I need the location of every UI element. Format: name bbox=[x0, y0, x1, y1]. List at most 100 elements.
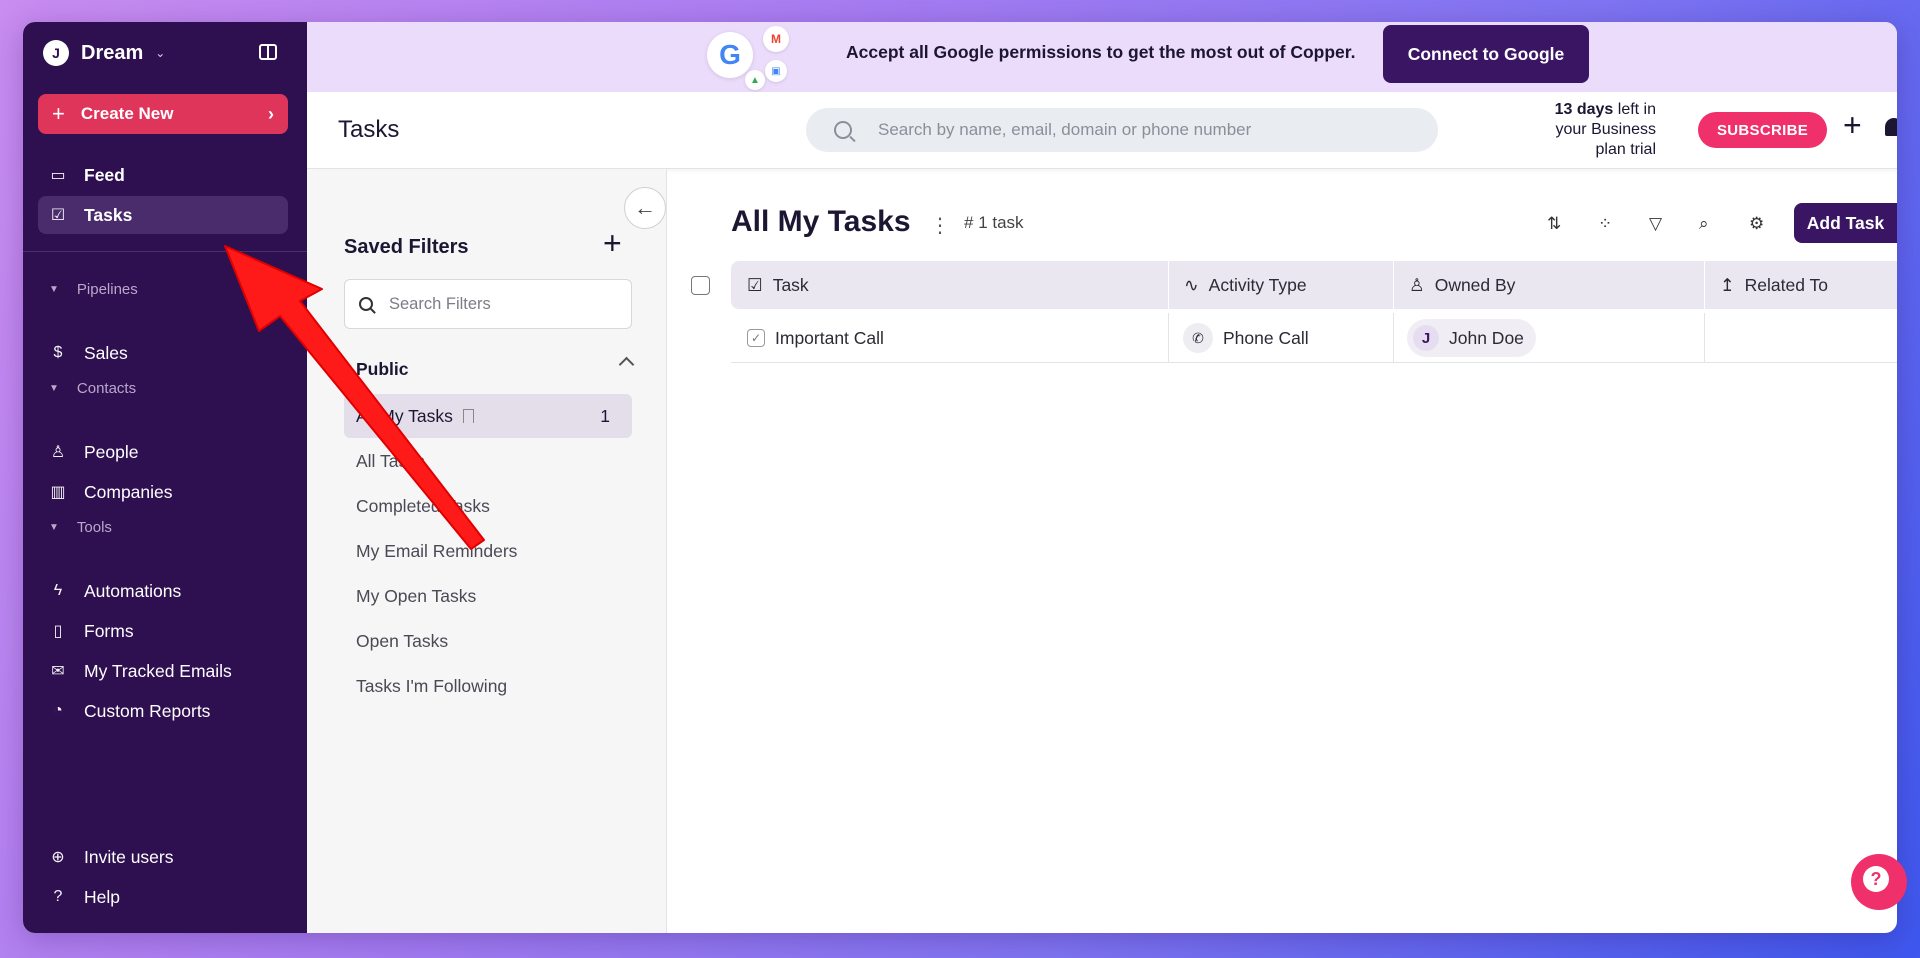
sidebar-item-companies[interactable]: ▥ Companies bbox=[38, 473, 288, 511]
search-icon[interactable]: ⌕ bbox=[1699, 214, 1709, 234]
cell-owned-by: J John Doe bbox=[1407, 313, 1536, 363]
sidebar-item-forms[interactable]: ▯ Forms bbox=[38, 612, 288, 650]
section-pipelines[interactable]: ▼ Pipelines bbox=[49, 281, 138, 298]
sidebar-item-tasks[interactable]: ☑ Tasks bbox=[38, 196, 288, 234]
column-related-to[interactable]: ↥ Related To bbox=[1704, 261, 1828, 309]
add-task-button[interactable]: Add Task bbox=[1794, 203, 1897, 243]
add-filter-icon[interactable]: + bbox=[603, 227, 622, 259]
sidebar-item-people[interactable]: ♙ People bbox=[38, 433, 288, 471]
banner-text: Accept all Google permissions to get the… bbox=[846, 42, 1356, 62]
workspace-switcher[interactable]: J Dream ⌄ bbox=[43, 40, 165, 66]
task-count: # 1 task bbox=[964, 213, 1024, 232]
sidebar-item-automations[interactable]: ϟ Automations bbox=[38, 572, 288, 610]
page-title: Tasks bbox=[338, 116, 400, 143]
bell-icon[interactable] bbox=[1885, 118, 1897, 136]
building-icon: ▥ bbox=[50, 484, 66, 501]
sidebar-item-sales[interactable]: $ Sales bbox=[38, 334, 288, 372]
subscribe-button[interactable]: SUBSCRIBE bbox=[1698, 112, 1827, 148]
filter-label: Completed Tasks bbox=[356, 495, 490, 516]
filter-item-open-tasks[interactable]: Open Tasks bbox=[344, 619, 632, 663]
complete-task-checkbox[interactable]: ✓ bbox=[747, 329, 765, 347]
search-icon bbox=[359, 297, 373, 311]
lightning-icon: ϟ bbox=[53, 582, 63, 599]
sidebar-item-invite-users[interactable]: ⊕ Invite users bbox=[38, 838, 288, 876]
help-chat-button[interactable]: ? bbox=[1851, 854, 1907, 910]
filter-label: My Email Reminders bbox=[356, 540, 518, 561]
sidebar-item-label: Custom Reports bbox=[84, 700, 211, 721]
question-circle-icon: ? bbox=[53, 888, 63, 905]
cell-divider bbox=[1168, 313, 1169, 363]
related-icon: ↥ bbox=[1720, 274, 1735, 295]
gmail-icon: M bbox=[763, 26, 789, 52]
filter-item-all-my-tasks[interactable]: All My Tasks 1 bbox=[344, 394, 632, 438]
chevron-right-icon: › bbox=[268, 103, 274, 124]
top-header: Tasks Search by name, email, domain or p… bbox=[307, 92, 1897, 169]
google-permissions-banner: G M ▲ ▣ Accept all Google permissions to… bbox=[307, 22, 1897, 92]
column-owned-by[interactable]: ♙ Owned By bbox=[1393, 261, 1515, 309]
filter-item-completed-tasks[interactable]: Completed Tasks bbox=[344, 484, 632, 528]
clipboard-icon: ▯ bbox=[53, 623, 63, 640]
section-contacts[interactable]: ▼ Contacts bbox=[49, 380, 136, 397]
column-task[interactable]: ☑ Task bbox=[731, 261, 809, 309]
sidebar-item-label: Tasks bbox=[84, 204, 133, 225]
cell-task: ✓ Important Call bbox=[747, 313, 884, 363]
filter-search-input[interactable]: Search Filters bbox=[344, 279, 632, 329]
person-icon: ♙ bbox=[50, 444, 66, 461]
filter-label: My Open Tasks bbox=[356, 585, 477, 606]
sort-icon[interactable]: ⇅ bbox=[1547, 214, 1561, 234]
section-label: Pipelines bbox=[76, 281, 138, 298]
sidebar-item-feed[interactable]: ▭ Feed bbox=[38, 156, 288, 194]
owner-chip[interactable]: J John Doe bbox=[1407, 319, 1536, 357]
filter-item-my-open-tasks[interactable]: My Open Tasks bbox=[344, 574, 632, 618]
global-search-input[interactable]: Search by name, email, domain or phone n… bbox=[806, 108, 1438, 152]
phone-icon: ✆ bbox=[1183, 323, 1213, 353]
sidebar: J Dream ⌄ + Create New › ▭ Feed ☑ Tasks … bbox=[23, 22, 307, 933]
chevron-up-icon[interactable] bbox=[618, 356, 635, 373]
create-new-button[interactable]: + Create New › bbox=[38, 94, 288, 134]
filter-label: Tasks I'm Following bbox=[356, 675, 508, 696]
connect-to-google-button[interactable]: Connect to Google bbox=[1383, 25, 1589, 83]
filter-item-all-tasks[interactable]: All Tasks bbox=[344, 439, 632, 483]
sidebar-item-custom-reports[interactable]: ◔ Custom Reports bbox=[38, 692, 288, 730]
filter-icon[interactable]: ▽ bbox=[1649, 214, 1662, 234]
column-activity-type[interactable]: ∿ Activity Type bbox=[1168, 261, 1307, 309]
section-tools[interactable]: ▼ Tools bbox=[49, 519, 112, 536]
view-title: All My Tasks bbox=[731, 205, 911, 238]
section-label: Contacts bbox=[76, 380, 137, 397]
saved-filters-title: Saved Filters bbox=[344, 236, 469, 258]
task-name[interactable]: Important Call bbox=[775, 328, 884, 349]
divider bbox=[23, 251, 307, 252]
caret-down-icon: ▼ bbox=[49, 522, 59, 533]
collapse-sidebar-icon[interactable] bbox=[259, 44, 277, 60]
sidebar-item-label: Invite users bbox=[84, 846, 174, 867]
sidebar-item-label: My Tracked Emails bbox=[84, 660, 232, 681]
saved-filters-panel: Saved Filters + Search Filters Public Al… bbox=[307, 169, 667, 933]
group-icon[interactable]: ⁘ bbox=[1598, 214, 1612, 234]
collapse-filters-arrow-left-icon[interactable]: ← bbox=[624, 187, 666, 229]
cell-divider bbox=[1393, 313, 1394, 363]
plus-circle-icon: ⊕ bbox=[51, 849, 65, 866]
sidebar-item-help[interactable]: ? Help bbox=[38, 878, 288, 916]
bookmark-icon[interactable] bbox=[462, 409, 474, 423]
search-icon bbox=[834, 121, 852, 139]
question-icon: ? bbox=[1863, 866, 1889, 892]
select-all-checkbox[interactable] bbox=[691, 276, 710, 295]
table-row[interactable]: ✓ Important Call ✆ Phone Call J John Doe bbox=[731, 313, 1897, 363]
envelope-icon: ✉ bbox=[51, 663, 65, 680]
sidebar-item-label: Help bbox=[84, 886, 120, 907]
sidebar-item-tracked-emails[interactable]: ✉ My Tracked Emails bbox=[38, 652, 288, 690]
cell-activity-type: ✆ Phone Call bbox=[1183, 313, 1309, 363]
activity-type-value: Phone Call bbox=[1223, 327, 1309, 348]
more-options-icon[interactable]: ⋮ bbox=[930, 213, 950, 238]
gear-icon[interactable]: ⚙ bbox=[1749, 214, 1764, 234]
public-section-header[interactable]: Public bbox=[356, 359, 409, 380]
chevron-down-icon: ⌄ bbox=[155, 46, 166, 60]
pie-chart-icon: ◔ bbox=[53, 702, 63, 719]
add-icon[interactable]: + bbox=[1843, 109, 1862, 141]
google-apps-graphic: G M ▲ ▣ bbox=[697, 22, 817, 92]
filter-search-placeholder: Search Filters bbox=[389, 294, 491, 313]
filter-item-tasks-following[interactable]: Tasks I'm Following bbox=[344, 664, 632, 708]
calendar-icon: ▣ bbox=[765, 60, 787, 82]
filter-item-my-email-reminders[interactable]: My Email Reminders bbox=[344, 529, 632, 573]
dollar-icon: $ bbox=[53, 344, 63, 361]
